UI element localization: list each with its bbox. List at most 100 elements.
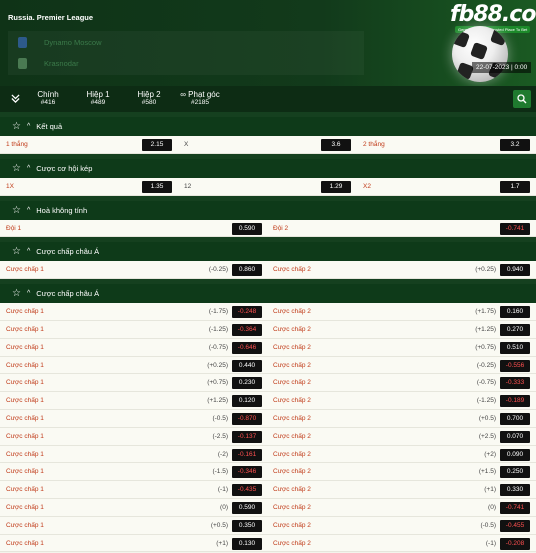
caret-up-icon[interactable]: ^ xyxy=(27,165,30,172)
odds-button[interactable]: 0.070 xyxy=(500,430,530,443)
odds-button[interactable]: -0.741 xyxy=(500,222,530,235)
section-ket-qua-header[interactable]: ☆ ^ Kết quả xyxy=(0,117,536,136)
section-chap-chau-a-header[interactable]: ☆ ^ Cược chấp châu Á xyxy=(0,242,536,262)
table-row: Cược chấp 1 (-0.75) -0.646 Cược chấp 2 (+0.7… xyxy=(0,338,536,357)
odds-button[interactable]: 0.120 xyxy=(232,395,262,408)
tab-hiep-1[interactable]: Hiệp 1 #489 xyxy=(84,90,112,106)
star-icon[interactable]: ☆ xyxy=(12,288,21,299)
tab-chinh[interactable]: Chính #416 xyxy=(36,90,60,106)
odds-button[interactable]: 0.590 xyxy=(232,222,262,235)
odds-button[interactable]: -0.333 xyxy=(500,377,530,390)
odds-button[interactable]: 1.7 xyxy=(500,180,530,193)
odds-button[interactable]: -0.137 xyxy=(232,430,262,443)
odds-row: Cược chấp 1 (-0.25) 0.860 Cược chấp 2 (+… xyxy=(0,261,536,280)
odds-button[interactable]: -0.208 xyxy=(500,537,530,550)
table-row: Cược chấp 1 (+0.5) 0.350 Cược chấp 2 (-0.5) -… xyxy=(0,516,536,535)
outcome-label: Cược chấp 2 xyxy=(273,308,311,316)
outcome-label: Cược chấp 2 xyxy=(273,414,311,422)
league-name: Russia. Premier League xyxy=(8,13,94,22)
odds-button[interactable]: 0.250 xyxy=(500,466,530,479)
odds-button[interactable]: 0.860 xyxy=(232,264,262,277)
outcome-label: Cược chấp 1 xyxy=(6,379,44,387)
odds-button[interactable]: -0.346 xyxy=(232,466,262,479)
odds-button[interactable]: 0.940 xyxy=(500,264,530,277)
odds-button[interactable]: 0.230 xyxy=(232,377,262,390)
table-row: Cược chấp 1 (+1) 0.130 Cược chấp 2 (-1) -0.20… xyxy=(0,534,536,553)
tab-phat-goc[interactable]: ∞ Phạt góc #2185 xyxy=(176,90,224,106)
odds-button[interactable]: -0.556 xyxy=(500,359,530,372)
odds-button[interactable]: 0.590 xyxy=(232,501,262,514)
tab-phat-goc-count: #2185 xyxy=(190,99,210,106)
odds-button[interactable]: -0.741 xyxy=(500,501,530,514)
outcome-label: Cược chấp 1 xyxy=(6,521,44,529)
caret-up-icon[interactable]: ^ xyxy=(27,290,30,297)
odds-button[interactable]: 0.160 xyxy=(500,306,530,319)
odds-button[interactable]: -0.364 xyxy=(232,323,262,336)
star-icon[interactable]: ☆ xyxy=(12,205,21,216)
section-title: Hoà không tính xyxy=(36,205,88,215)
section-chap-chau-a-list-header[interactable]: ☆ ^ Cược chấp châu Á xyxy=(0,284,536,304)
home-team-name: Dynamo Moscow xyxy=(44,37,102,47)
odds-button[interactable]: 0.130 xyxy=(232,537,262,550)
caret-up-icon[interactable]: ^ xyxy=(27,207,30,214)
outcome-label: Cược chấp 1 xyxy=(6,468,44,476)
outcome-label: Cược chấp 2 xyxy=(273,343,311,351)
outcome-label: 1X xyxy=(6,182,14,190)
section-co-hoi-kep-header[interactable]: ☆ ^ Cược cơ hội kép xyxy=(0,158,536,178)
outcome-label: Cược chấp 1 xyxy=(6,486,44,494)
odds-button[interactable]: 0.440 xyxy=(232,359,262,372)
star-icon[interactable]: ☆ xyxy=(12,246,21,257)
outcome-label: Cược chấp 1 xyxy=(6,308,44,316)
handicap-value: (-1.75) xyxy=(208,308,228,316)
outcome-label: Cược chấp 1 xyxy=(6,432,44,440)
table-row: Cược chấp 1 (+1.25) 0.120 Cược chấp 2 (-1.25… xyxy=(0,392,536,410)
odds-button[interactable]: -0.870 xyxy=(232,412,262,425)
odds-button[interactable]: -0.248 xyxy=(232,306,262,319)
search-button[interactable] xyxy=(513,90,531,108)
odds-button[interactable]: 1.29 xyxy=(321,180,351,193)
match-header: Russia. Premier League Dynamo Moscow Kra… xyxy=(0,0,536,86)
odds-button[interactable]: -0.435 xyxy=(232,484,262,497)
handicap-value: (-0.75) xyxy=(208,343,228,351)
star-icon[interactable]: ☆ xyxy=(12,121,21,132)
infinity-icon: ∞ xyxy=(180,90,189,99)
odds-button[interactable]: 3.2 xyxy=(500,139,530,151)
chevron-double-down-icon[interactable] xyxy=(11,94,20,105)
outcome-label: 1 thắng xyxy=(6,141,28,148)
handicap-value: (+0.75) xyxy=(207,379,228,387)
odds-button[interactable]: -0.189 xyxy=(500,395,530,408)
handicap-value: (+0.25) xyxy=(207,361,228,369)
odds-button[interactable]: -0.161 xyxy=(232,448,262,461)
odds-button[interactable]: 1.35 xyxy=(142,180,172,193)
odds-button[interactable]: -0.455 xyxy=(500,519,530,532)
odds-button[interactable]: 0.330 xyxy=(500,484,530,497)
odds-button[interactable]: 0.270 xyxy=(500,323,530,336)
match-datetime: 22-07-2023 | 0:00 xyxy=(472,62,532,73)
caret-up-icon[interactable]: ^ xyxy=(27,123,30,130)
tab-hiep-2[interactable]: Hiệp 2 #580 xyxy=(135,90,163,106)
tab-chinh-count: #416 xyxy=(40,99,56,106)
star-icon[interactable]: ☆ xyxy=(12,163,21,174)
odds-button[interactable]: 3.6 xyxy=(321,139,351,151)
outcome-label: 12 xyxy=(184,182,192,190)
odds-button[interactable]: 0.350 xyxy=(232,519,262,532)
away-team[interactable]: Krasnodar xyxy=(18,56,79,70)
odds-button[interactable]: -0.646 xyxy=(232,341,262,354)
odds-button[interactable]: 2.15 xyxy=(142,139,172,151)
outcome-label: Cược chấp 1 xyxy=(6,397,44,405)
odds-button[interactable]: 0.090 xyxy=(500,448,530,461)
brand-logo-text: fb88.com xyxy=(450,2,536,27)
table-row: Cược chấp 1 (-1.5) -0.346 Cược chấp 2 (+1.5)… xyxy=(0,463,536,482)
market-tabs: Chính #416 Hiệp 1 #489 Hiệp 2 #580 ∞ Phạ… xyxy=(0,86,536,112)
table-row: Cược chấp 1 (0) 0.590 Cược chấp 2 (0) -0.741 xyxy=(0,498,536,517)
outcome-label: Cược chấp 1 xyxy=(6,325,44,333)
handicap-value: (-1) xyxy=(485,539,496,547)
odds-button[interactable]: 0.700 xyxy=(500,412,530,425)
handicap-value: (0) xyxy=(220,503,228,511)
section-hoa-khong-tinh-header[interactable]: ☆ ^ Hoà không tính xyxy=(0,200,536,220)
home-team[interactable]: Dynamo Moscow xyxy=(18,35,102,49)
caret-up-icon[interactable]: ^ xyxy=(27,248,30,255)
table-row: Cược chấp 1 (-1) -0.435 Cược chấp 2 (+1) 0.33… xyxy=(0,481,536,499)
odds-button[interactable]: 0.510 xyxy=(500,341,530,354)
handicap-value: (-0.75) xyxy=(476,379,496,387)
